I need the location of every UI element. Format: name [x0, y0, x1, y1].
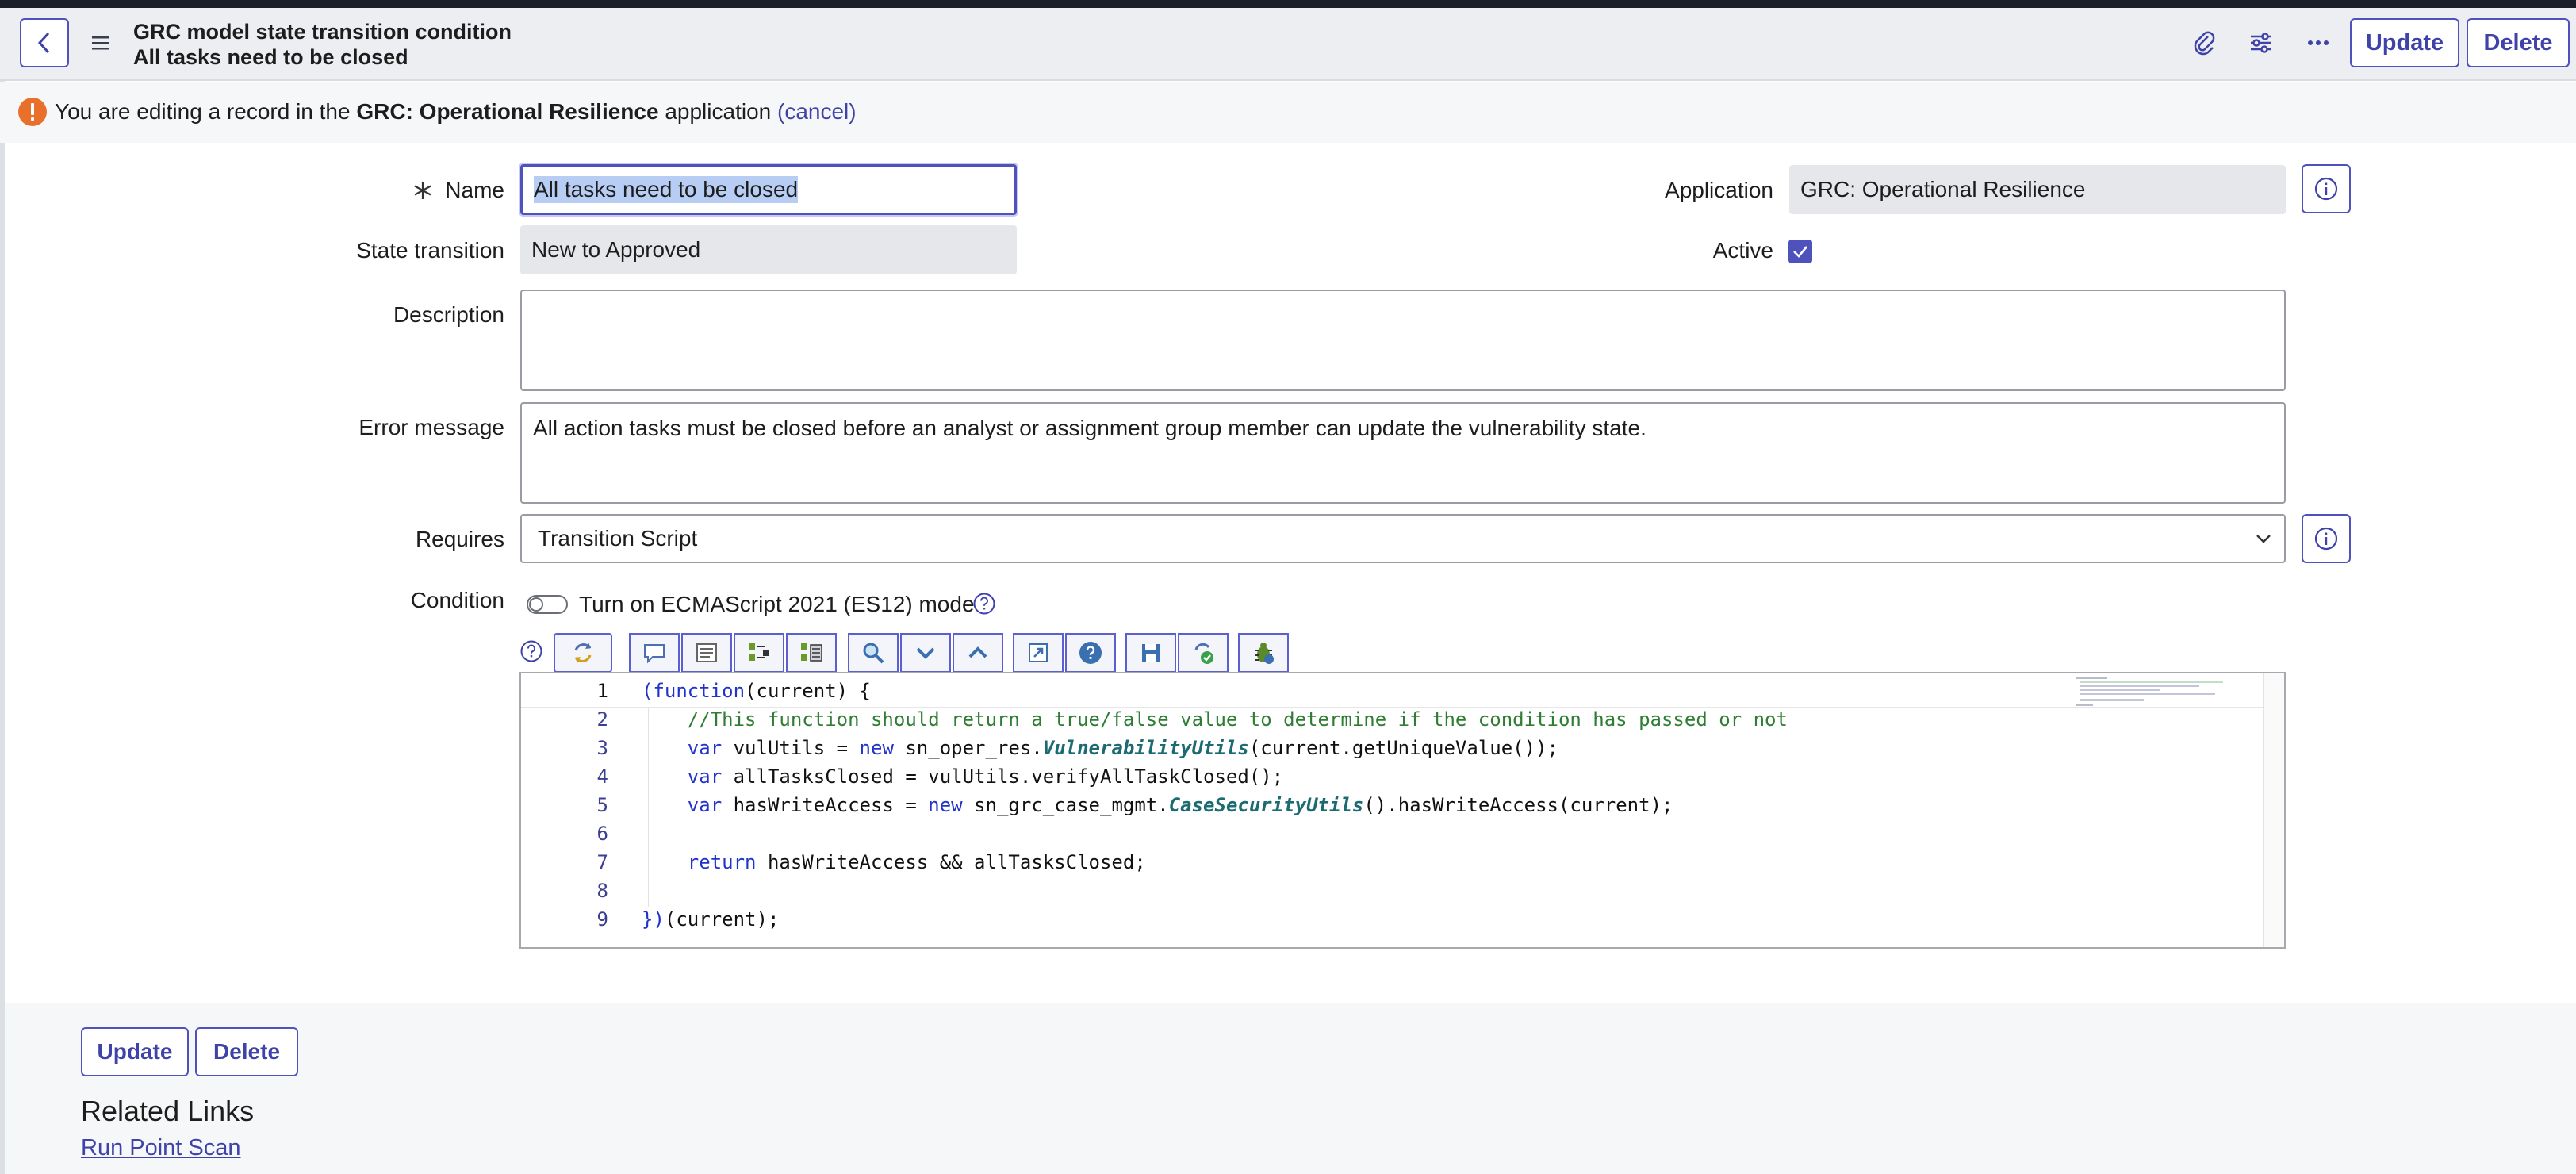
notice-text: You are editing a record in the GRC: Ope… — [55, 98, 857, 125]
line-number: 6 — [596, 823, 608, 845]
line-number: 4 — [596, 765, 608, 788]
ecma-toggle[interactable] — [527, 595, 568, 614]
editor-help-icon[interactable] — [519, 639, 543, 663]
script-help-button[interactable] — [1065, 633, 1116, 673]
uncomment-selected-button[interactable] — [681, 633, 732, 673]
line-number: 8 — [596, 880, 608, 902]
comment-icon — [644, 644, 665, 664]
code-line: return hasWriteAccess && allTasksClosed; — [687, 851, 1146, 873]
context-menu-icon[interactable] — [79, 21, 122, 64]
replace-button[interactable] — [734, 633, 784, 673]
code-minimap — [2076, 675, 2270, 707]
error-message-label: Error message — [358, 415, 504, 439]
indent-guide — [648, 708, 649, 907]
comment-selected-button[interactable] — [629, 633, 680, 673]
state-transition-field: New to Approved — [520, 225, 1017, 274]
top-dark-bar — [0, 0, 2576, 8]
info-icon — [2314, 527, 2338, 551]
requires-info-button[interactable] — [2302, 514, 2351, 563]
code-line: var hasWriteAccess = new sn_grc_case_mgm… — [687, 794, 1673, 816]
info-icon — [2314, 177, 2338, 201]
save-icon — [1142, 644, 1160, 662]
syntax-check-button[interactable] — [1178, 633, 1229, 673]
name-label: Name — [445, 178, 504, 202]
notice-suffix: application — [658, 99, 777, 124]
notice-app-name: GRC: Operational Resilience — [356, 99, 659, 124]
notice-prefix: You are editing a record in the — [55, 99, 357, 124]
script-debugger-button[interactable] — [1238, 633, 1289, 673]
code-line: var vulUtils = new sn_oper_res.Vulnerabi… — [687, 737, 1558, 759]
replace-all-icon — [801, 643, 822, 662]
script-editor[interactable]: 1 2 3 4 5 6 7 8 9 (function(current) { /… — [519, 672, 2286, 949]
toggle-knob — [529, 597, 543, 612]
chevron-down-icon — [2256, 535, 2271, 543]
active-label: Active — [1712, 238, 1773, 263]
error-message-textarea[interactable]: All action tasks must be closed before a… — [520, 402, 2286, 504]
description-textarea[interactable] — [520, 290, 2286, 391]
condition-label: Condition — [410, 588, 504, 612]
requires-label: Requires — [415, 527, 504, 551]
record-type-title: GRC model state transition condition — [133, 20, 512, 44]
find-previous-button[interactable] — [953, 633, 1003, 673]
description-label: Description — [393, 302, 504, 327]
expand-icon — [1029, 643, 1048, 662]
cancel-link[interactable]: (cancel) — [777, 99, 857, 124]
requires-select[interactable]: Transition Script — [520, 514, 2286, 563]
chevron-down-icon — [916, 647, 935, 659]
fullscreen-button[interactable] — [1013, 633, 1064, 673]
replace-icon — [749, 643, 769, 661]
format-text-icon — [696, 643, 717, 662]
header-delete-button[interactable]: Delete — [2467, 18, 2570, 67]
back-button[interactable] — [20, 18, 69, 67]
ecma-toggle-label: Turn on ECMAScript 2021 (ES12) mode — [579, 592, 975, 616]
form-footer — [5, 1003, 2576, 1174]
application-field: GRC: Operational Resilience — [1789, 165, 2286, 214]
editor-scrollbar[interactable] — [2263, 673, 2284, 947]
line-number: 2 — [596, 708, 608, 731]
help-icon[interactable] — [972, 592, 996, 616]
find-next-button[interactable] — [900, 633, 951, 673]
run-point-scan-link[interactable]: Run Point Scan — [81, 1135, 241, 1161]
check-syntax-icon — [1194, 643, 1213, 664]
bug-icon — [1255, 643, 1274, 664]
save-button[interactable] — [1125, 633, 1176, 673]
code-line: })(current); — [642, 908, 780, 930]
active-checkbox[interactable] — [1788, 240, 1812, 263]
code-line: (function(current) { — [642, 680, 871, 702]
header-update-button[interactable]: Update — [2350, 18, 2459, 67]
code-line: //This function should return a true/fal… — [687, 708, 1788, 731]
line-number: 9 — [596, 908, 608, 930]
name-input-value: All tasks need to be closed — [534, 176, 799, 203]
application-info-button[interactable] — [2302, 164, 2351, 213]
application-label: Application — [1665, 178, 1773, 202]
search-button[interactable] — [848, 633, 899, 673]
paperclip-icon[interactable] — [2183, 21, 2225, 64]
requires-select-value: Transition Script — [538, 526, 698, 551]
record-name-title: All tasks need to be closed — [133, 45, 408, 69]
warning-icon — [18, 98, 47, 126]
state-transition-label: State transition — [356, 238, 504, 263]
form-header: GRC model state transition condition All… — [0, 8, 2576, 81]
footer-update-button[interactable]: Update — [81, 1027, 189, 1076]
related-links-heading: Related Links — [81, 1095, 255, 1127]
replace-all-button[interactable] — [786, 633, 837, 673]
name-input[interactable]: All tasks need to be closed — [520, 164, 1017, 215]
line-number: 5 — [596, 794, 608, 816]
search-icon — [863, 643, 884, 664]
checkmark-icon — [1793, 246, 1807, 258]
footer-delete-button[interactable]: Delete — [195, 1027, 298, 1076]
more-options-icon[interactable] — [2297, 21, 2340, 64]
line-number: 3 — [596, 737, 608, 759]
chevron-left-icon — [37, 32, 50, 54]
code-line: var allTasksClosed = vulUtils.verifyAllT… — [687, 765, 1284, 788]
page-title: GRC model state transition condition All… — [133, 19, 512, 70]
refresh-icon — [574, 643, 592, 663]
toggle-syntax-editor-button[interactable] — [554, 633, 612, 673]
personalize-sliders-icon[interactable] — [2240, 21, 2283, 64]
line-number: 1 — [596, 680, 608, 702]
chevron-up-icon — [968, 646, 987, 658]
line-number: 7 — [596, 851, 608, 873]
question-icon — [1079, 642, 1102, 664]
